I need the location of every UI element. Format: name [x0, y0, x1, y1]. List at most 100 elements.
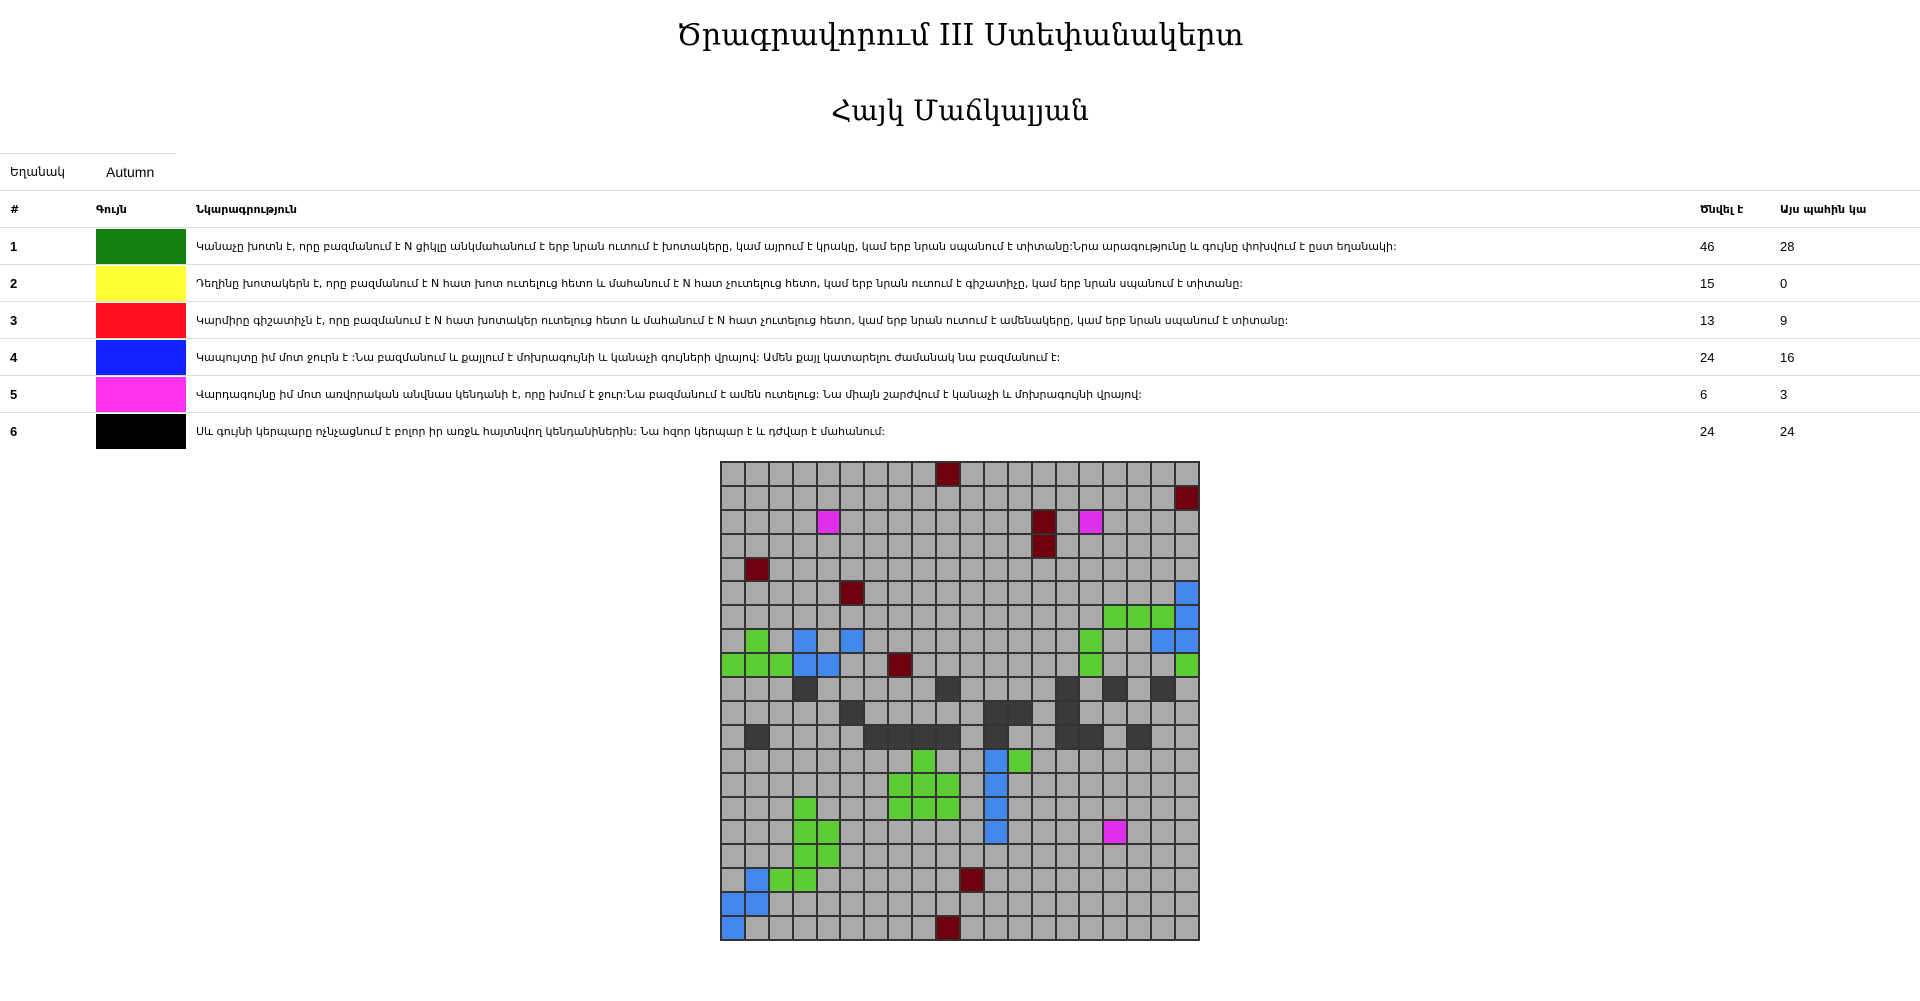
matrix-cell — [721, 892, 745, 917]
matrix-cell — [1055, 748, 1080, 773]
matrix-cell — [816, 509, 841, 534]
row-current: 9 — [1780, 301, 1920, 339]
header-description: Նկարագրություն — [186, 190, 1700, 228]
matrix-cell — [792, 485, 817, 510]
matrix-cell — [1151, 724, 1176, 749]
matrix-cell — [1103, 485, 1128, 510]
matrix-cell — [1175, 557, 1199, 582]
matrix-cell — [768, 844, 793, 869]
matrix-cell — [840, 509, 865, 534]
matrix-cell — [1007, 748, 1032, 773]
row-description: Դեղինը խոտակերն է, որը բազմանում է N հատ… — [186, 264, 1700, 302]
matrix-cell — [864, 485, 889, 510]
matrix-cell — [792, 509, 817, 534]
matrix-cell — [1103, 820, 1128, 845]
matrix-cell — [1079, 868, 1104, 893]
row-description: Կարմիրը գիշատիչն է, որը բազմանում է N հա… — [186, 301, 1700, 339]
color-swatch-cell — [96, 338, 186, 376]
matrix-cell — [959, 748, 984, 773]
matrix-cell — [792, 677, 817, 701]
matrix-cell — [1175, 892, 1199, 917]
matrix-cell — [744, 700, 769, 725]
matrix-cell — [959, 533, 984, 558]
matrix-cell — [912, 557, 937, 582]
matrix-cell — [983, 677, 1008, 701]
table-row: 6 Սև գույնի կերպարը ոչնչացնում է բոլոր իր… — [0, 412, 1920, 449]
matrix-cell — [959, 796, 984, 821]
matrix-cell — [912, 533, 937, 558]
matrix-cell — [936, 892, 960, 917]
matrix-cell — [1175, 772, 1199, 797]
matrix-cell — [1151, 700, 1176, 725]
matrix-cell — [816, 653, 841, 678]
matrix-cell — [912, 605, 937, 630]
matrix-cell — [1103, 700, 1128, 725]
matrix-cell — [959, 700, 984, 725]
matrix-cell — [959, 509, 984, 534]
season-label: Եղանակ — [10, 165, 65, 179]
matrix-cell — [1079, 462, 1104, 486]
matrix-cell — [936, 796, 960, 821]
matrix-cell — [1127, 533, 1152, 558]
matrix-cell — [792, 557, 817, 582]
matrix-cell — [912, 653, 937, 678]
matrix-cell — [840, 868, 865, 893]
matrix-cell — [912, 629, 937, 654]
row-description: Վարդագույնը իմ մոտ առվորական անվնաս կենդ… — [186, 375, 1700, 413]
matrix-cell — [840, 581, 865, 606]
matrix-cell — [864, 581, 889, 606]
table-row: 2 Դեղինը խոտակերն է, որը բազմանում է N հա… — [0, 264, 1920, 302]
matrix-cell — [744, 605, 769, 630]
matrix-cell — [816, 844, 841, 869]
species-table: # Գույն Նկարագրություն Ծնվել է Այս պահին… — [0, 190, 1920, 449]
matrix-cell — [744, 581, 769, 606]
matrix-cell — [983, 653, 1008, 678]
matrix-cell — [1007, 629, 1032, 654]
matrix-cell — [936, 462, 960, 486]
matrix-cell — [959, 868, 984, 893]
matrix-cell — [959, 557, 984, 582]
matrix-cell — [1127, 748, 1152, 773]
matrix-cell — [888, 629, 913, 654]
matrix-cell — [721, 724, 745, 749]
matrix-cell — [912, 509, 937, 534]
matrix-cell — [864, 509, 889, 534]
matrix-cell — [912, 892, 937, 917]
matrix-cell — [1055, 557, 1080, 582]
matrix-cell — [792, 724, 817, 749]
matrix-cell — [864, 916, 889, 940]
matrix-cell — [888, 557, 913, 582]
matrix-cell — [1151, 868, 1176, 893]
matrix-cell — [1151, 844, 1176, 869]
matrix-cell — [888, 653, 913, 678]
matrix-cell — [721, 700, 745, 725]
matrix-cell — [816, 485, 841, 510]
matrix-cell — [1103, 796, 1128, 821]
matrix-cell — [936, 557, 960, 582]
matrix-cell — [1031, 509, 1056, 534]
matrix-cell — [888, 581, 913, 606]
matrix-cell — [744, 844, 769, 869]
matrix-cell — [1007, 724, 1032, 749]
matrix-cell — [840, 724, 865, 749]
matrix-cell — [912, 868, 937, 893]
matrix-cell — [1031, 653, 1056, 678]
matrix-cell — [1007, 653, 1032, 678]
matrix-cell — [983, 485, 1008, 510]
row-born: 24 — [1700, 338, 1780, 376]
matrix-cell — [864, 868, 889, 893]
matrix-cell — [1031, 916, 1056, 940]
matrix-cell — [912, 485, 937, 510]
matrix-cell — [816, 605, 841, 630]
matrix-cell — [888, 462, 913, 486]
matrix-cell — [864, 653, 889, 678]
matrix-cell — [721, 581, 745, 606]
color-swatch — [96, 376, 186, 412]
matrix-cell — [792, 820, 817, 845]
author-name: Հայկ Մաճկալյան — [831, 94, 1089, 127]
matrix-cell — [1007, 462, 1032, 486]
matrix-cell — [983, 916, 1008, 940]
matrix-cell — [983, 462, 1008, 486]
matrix-cell — [1175, 700, 1199, 725]
matrix-cell — [888, 533, 913, 558]
